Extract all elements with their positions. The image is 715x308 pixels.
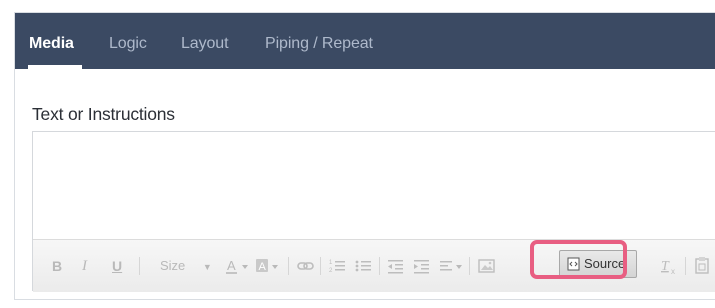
bulleted-list-icon — [355, 260, 371, 272]
background-color-icon: A — [256, 259, 278, 273]
bulleted-list-button[interactable] — [355, 256, 373, 276]
tab-media[interactable]: Media — [29, 35, 74, 53]
outdent-icon — [388, 260, 403, 274]
active-tab-indicator — [28, 65, 82, 69]
chevron-down-icon: ▼ — [202, 262, 212, 272]
toolbar-separator — [320, 257, 321, 275]
numbered-list-button[interactable]: 1 2 — [329, 256, 347, 276]
svg-text:A: A — [227, 258, 236, 273]
size-label: Size — [160, 258, 186, 273]
tab-logic[interactable]: Logic — [109, 35, 147, 53]
toolbar-separator — [379, 257, 380, 275]
image-icon — [478, 259, 495, 273]
toolbar-separator — [288, 257, 289, 275]
italic-button[interactable]: I — [82, 256, 87, 276]
decrease-indent-button[interactable] — [387, 256, 405, 276]
background-color-button[interactable]: A — [255, 256, 281, 276]
align-left-icon — [440, 261, 462, 271]
link-icon — [297, 262, 314, 270]
question-editor-panel: Media Logic Layout Piping / Repeat Text … — [14, 12, 715, 300]
remove-format-icon: T x — [661, 259, 675, 276]
numbered-list-icon: 1 2 — [329, 260, 345, 274]
align-button[interactable] — [439, 256, 465, 276]
insert-image-button[interactable] — [478, 256, 496, 276]
editor-toolbar: B I U Size ▼ A A 1 2 Source T x — [33, 239, 715, 292]
svg-text:1: 1 — [329, 260, 333, 266]
svg-text:x: x — [671, 267, 675, 276]
source-code-icon — [567, 257, 580, 271]
svg-text:2: 2 — [329, 268, 333, 274]
rich-text-editor: B I U Size ▼ A A 1 2 Source T x — [32, 131, 715, 292]
text-color-button[interactable]: A — [225, 256, 251, 276]
indent-icon — [414, 260, 429, 274]
text-input-area[interactable] — [33, 132, 715, 239]
tab-piping-repeat[interactable]: Piping / Repeat — [265, 35, 373, 53]
bold-button[interactable]: B — [52, 256, 62, 276]
increase-indent-button[interactable] — [413, 256, 431, 276]
svg-text:A: A — [259, 261, 267, 273]
tab-layout[interactable]: Layout — [181, 35, 229, 53]
source-button[interactable]: Source — [559, 250, 637, 278]
svg-text:T: T — [661, 259, 670, 274]
paste-button[interactable] — [695, 256, 711, 276]
tab-bar: Media Logic Layout Piping / Repeat — [15, 13, 715, 69]
text-color-icon: A — [226, 258, 248, 274]
remove-format-button[interactable]: T x — [661, 256, 679, 276]
size-dropdown[interactable]: Size ▼ — [160, 256, 212, 276]
source-button-label: Source — [584, 256, 626, 271]
text-instructions-label: Text or Instructions — [32, 104, 175, 124]
clipboard-icon — [695, 257, 709, 274]
toolbar-separator — [469, 257, 470, 275]
toolbar-separator — [685, 257, 686, 275]
toolbar-separator — [139, 257, 140, 275]
underline-button[interactable]: U — [112, 256, 122, 276]
link-button[interactable] — [297, 256, 315, 276]
